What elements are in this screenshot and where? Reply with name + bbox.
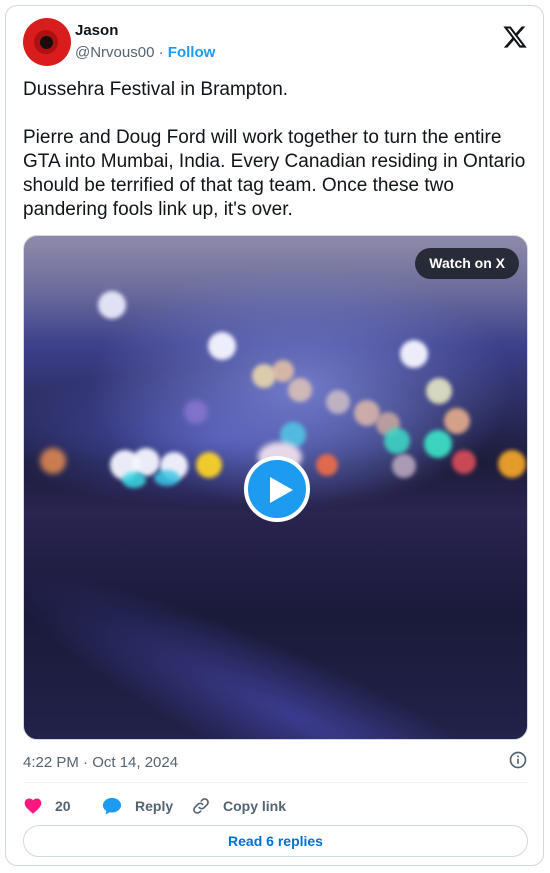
bokeh-light xyxy=(272,360,294,382)
reply-bubble-icon xyxy=(102,797,122,815)
bokeh-light xyxy=(316,454,338,476)
bokeh-light xyxy=(452,450,476,474)
divider xyxy=(23,782,528,783)
bokeh-light xyxy=(384,428,410,454)
author-handle[interactable]: @Nrvous00 xyxy=(75,44,154,61)
bokeh-light xyxy=(288,378,312,402)
bokeh-light xyxy=(424,430,452,458)
bokeh-light xyxy=(98,291,126,319)
tweet-text: Dussehra Festival in Brampton. Pierre an… xyxy=(23,78,533,222)
avatar[interactable] xyxy=(23,18,71,66)
like-count: 20 xyxy=(55,798,71,814)
reply-label: Reply xyxy=(135,798,174,814)
bokeh-light xyxy=(122,472,146,488)
bokeh-light xyxy=(498,450,526,478)
follow-button[interactable]: Follow xyxy=(168,44,216,61)
tweet-card: Jason @Nrvous00 · Follow Dussehra Festiv… xyxy=(5,5,544,866)
tweet-paragraph: Dussehra Festival in Brampton. xyxy=(23,79,289,100)
bokeh-light xyxy=(208,332,236,360)
heart-icon xyxy=(24,798,42,814)
author-handle-line: @Nrvous00 · Follow xyxy=(75,44,215,61)
watch-on-x-button[interactable]: Watch on X xyxy=(415,248,519,279)
read-replies-button[interactable]: Read 6 replies xyxy=(23,825,528,857)
play-button[interactable] xyxy=(244,456,310,522)
bokeh-light xyxy=(392,454,416,478)
bokeh-light xyxy=(184,400,208,424)
bokeh-light xyxy=(40,448,66,474)
copy-link-label: Copy link xyxy=(223,798,287,814)
tweet-paragraph: Pierre and Doug Ford will work together … xyxy=(23,127,526,220)
copy-link-button[interactable]: Copy link xyxy=(191,792,286,820)
bokeh-light xyxy=(444,408,470,434)
bokeh-light xyxy=(326,390,350,414)
x-logo-icon[interactable] xyxy=(502,24,528,50)
play-icon xyxy=(270,477,293,503)
like-button[interactable]: 20 xyxy=(23,792,71,820)
light-haze xyxy=(24,530,527,739)
bokeh-light xyxy=(196,452,222,478)
link-icon xyxy=(193,798,209,814)
info-icon[interactable] xyxy=(508,750,528,770)
tweet-timestamp[interactable]: 4:22 PM · Oct 14, 2024 xyxy=(23,754,178,771)
bokeh-light xyxy=(400,340,428,368)
tweet-actions: 20 Reply Copy link xyxy=(23,792,528,820)
author-name[interactable]: Jason xyxy=(75,22,118,39)
bokeh-light xyxy=(154,470,180,486)
reply-button[interactable]: Reply xyxy=(101,792,173,820)
video-thumbnail[interactable]: Watch on X xyxy=(23,235,528,740)
tweet-header: Jason @Nrvous00 · Follow xyxy=(23,18,528,66)
bokeh-light xyxy=(426,378,452,404)
separator: · xyxy=(158,44,164,61)
